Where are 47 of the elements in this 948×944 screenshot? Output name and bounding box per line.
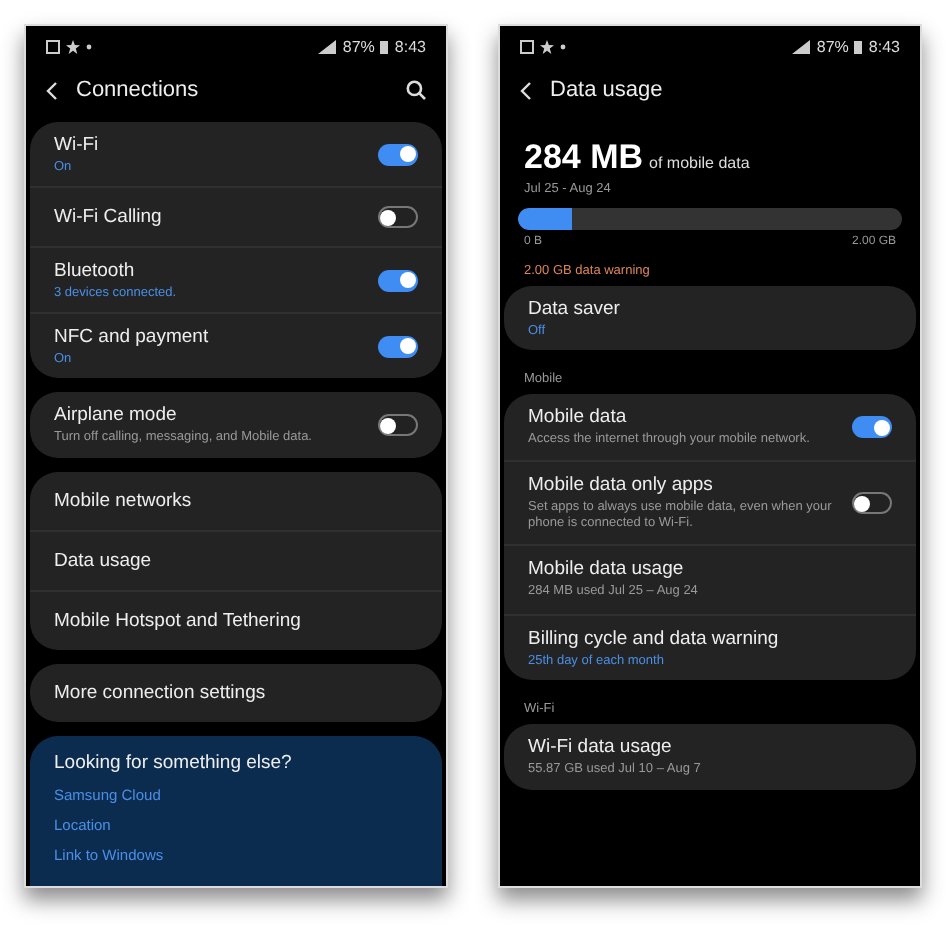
setting-label: Data saver	[528, 298, 620, 320]
toggle-switch[interactable]	[378, 414, 418, 437]
dot-icon	[86, 43, 92, 49]
signal-icon	[318, 39, 337, 53]
setting-label: Airplane mode	[54, 404, 179, 426]
setting-label: Billing cycle and data warning	[528, 627, 779, 649]
battery-percent: 87%	[816, 37, 849, 55]
setting-label: Wi-Fi Calling	[54, 206, 162, 228]
settings-row[interactable]: More connection settings	[30, 664, 442, 723]
setting-label: Wi-Fi	[54, 134, 99, 156]
setting-label: Mobile data usage	[528, 558, 686, 581]
setting-label: Bluetooth	[54, 260, 137, 282]
settings-row[interactable]: Data usage	[30, 530, 442, 591]
toggle-switch[interactable]	[852, 416, 892, 439]
toggle-switch[interactable]	[378, 269, 418, 291]
amount-caption: of mobile data	[649, 154, 750, 172]
toggle-switch[interactable]	[378, 143, 418, 165]
battery-percent: 87%	[342, 37, 375, 55]
back-icon[interactable]	[520, 81, 532, 99]
toggle-switch[interactable]	[378, 335, 418, 357]
setting-label: More connection settings	[54, 682, 266, 705]
clock: 8:43	[868, 37, 900, 55]
settings-row[interactable]: Mobile networks	[30, 472, 442, 531]
search-icon[interactable]	[406, 80, 426, 100]
clock: 8:43	[394, 37, 426, 55]
setting-label: NFC and payment	[54, 326, 209, 348]
setting-label: Mobile data only apps	[528, 474, 715, 497]
star-icon	[540, 39, 554, 53]
back-icon[interactable]	[46, 81, 58, 99]
settings-row[interactable]: Mobile Hotspot and Tethering	[30, 590, 442, 651]
setting-label: Mobile networks	[54, 490, 192, 513]
screen-title: Connections	[76, 78, 199, 102]
toggle-switch[interactable]	[378, 206, 418, 228]
screen-title: Data usage	[550, 78, 663, 102]
star-icon	[66, 39, 80, 53]
dot-icon	[560, 43, 566, 49]
setting-label: Mobile data	[528, 406, 629, 428]
toggle-switch[interactable]	[852, 492, 892, 515]
battery-icon	[854, 39, 863, 53]
battery-icon	[380, 39, 389, 53]
settings-row[interactable]: Wi-Fi Calling	[30, 186, 442, 246]
setting-label: Data usage	[54, 550, 152, 573]
setting-label: Mobile Hotspot and Tethering	[54, 610, 301, 633]
data-amount: 284 MB	[524, 138, 644, 178]
setting-label: Wi-Fi data usage	[528, 735, 674, 757]
suggestions-title: Looking for something else?	[54, 752, 294, 775]
signal-icon	[792, 39, 811, 53]
